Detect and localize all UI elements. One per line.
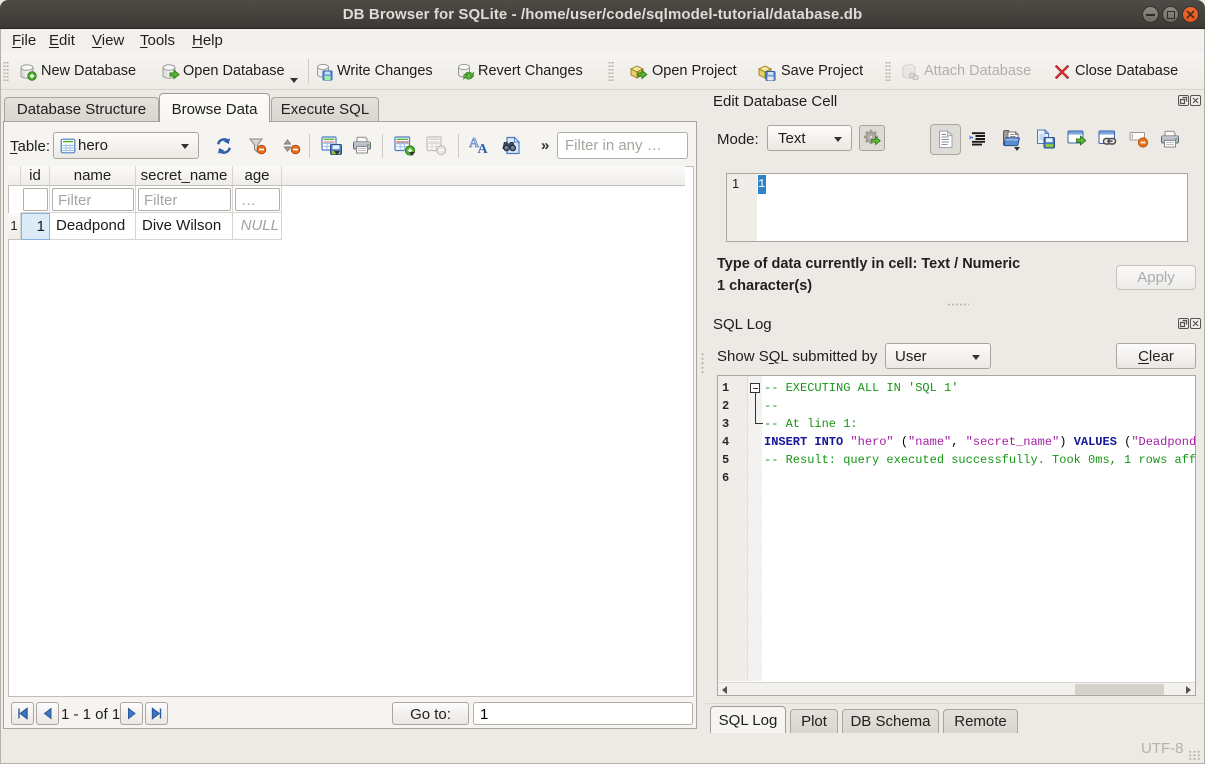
svg-text:A: A (478, 142, 489, 155)
